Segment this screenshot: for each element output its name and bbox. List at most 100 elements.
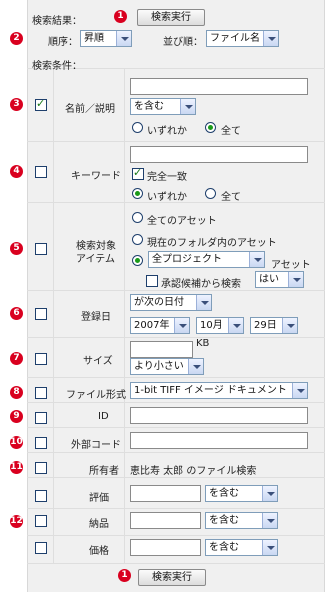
keyword-condition-checkbox[interactable] [35, 166, 47, 178]
price-input[interactable] [130, 539, 201, 556]
month-value: 10月 [200, 320, 223, 331]
marker-2: 2 [10, 32, 23, 45]
execute-search-button-top[interactable]: 検索実行 [137, 9, 205, 26]
row-divider [27, 377, 325, 378]
column-divider [124, 68, 125, 564]
external-code-input[interactable] [130, 432, 308, 449]
file-format-condition-checkbox[interactable] [35, 387, 47, 399]
id-input[interactable] [130, 407, 308, 424]
approval-label: 承認候補から検索 [161, 279, 241, 290]
row-divider [27, 477, 325, 478]
row-divider [27, 452, 325, 453]
delivery-label: 納品 [89, 519, 109, 530]
approval-select[interactable]: はい [255, 271, 304, 288]
size-compare-value: より小さい [134, 361, 184, 372]
file-format-value: 1-bit TIFF イメージ ドキュメント [134, 385, 287, 396]
row-divider [27, 290, 325, 291]
name-radio-all-label: 全て [221, 126, 241, 137]
keyword-input[interactable] [130, 146, 308, 163]
exact-match-label: 完全一致 [147, 172, 187, 183]
size-input[interactable] [130, 341, 193, 358]
marker-12: 12 [10, 515, 23, 528]
approval-select-value: はい [259, 274, 279, 285]
marker-8: 8 [10, 386, 23, 399]
file-format-label: ファイル形式 [66, 390, 126, 401]
size-condition-checkbox[interactable] [35, 353, 47, 365]
day-value: 29日 [254, 320, 277, 331]
keyword-radio-all[interactable] [205, 188, 216, 199]
execute-search-button-bottom[interactable]: 検索実行 [138, 569, 206, 586]
id-condition-checkbox[interactable] [35, 412, 47, 424]
owner-label: 所有者 [89, 466, 119, 477]
name-condition-checkbox[interactable] [35, 97, 47, 111]
project-select[interactable]: 全プロジェクト [148, 251, 265, 268]
price-match-select[interactable]: を含む [205, 539, 278, 556]
sort-select[interactable]: ファイル名 [206, 30, 279, 47]
size-unit-label: KB [196, 338, 210, 349]
marker-10: 10 [10, 436, 23, 449]
price-label: 価格 [89, 546, 109, 557]
month-select[interactable]: 10月 [196, 317, 244, 334]
target-label-line2: アイテム [76, 254, 115, 265]
id-label: ID [98, 411, 109, 422]
order-label: 順序： [48, 37, 78, 48]
evaluation-input[interactable] [130, 485, 201, 502]
marker-5: 5 [10, 242, 23, 255]
chevron-down-icon [262, 540, 277, 555]
delivery-match-select[interactable]: を含む [205, 512, 278, 529]
evaluation-condition-checkbox[interactable] [35, 490, 47, 502]
order-select[interactable]: 昇順 [80, 30, 132, 47]
name-radio-any[interactable] [132, 122, 143, 133]
delivery-condition-checkbox[interactable] [35, 515, 47, 527]
evaluation-match-select[interactable]: を含む [205, 485, 278, 502]
delivery-match-value: を含む [209, 515, 239, 526]
chevron-down-icon [180, 99, 195, 114]
row-divider [27, 337, 325, 338]
owner-condition-checkbox[interactable] [35, 462, 47, 474]
size-compare-select[interactable]: より小さい [130, 358, 204, 375]
row-divider [27, 402, 325, 403]
marker-3: 3 [10, 98, 23, 111]
chevron-down-icon [196, 295, 211, 310]
day-select[interactable]: 29日 [250, 317, 298, 334]
search-conditions-header: 検索条件： [32, 61, 82, 72]
name-label: 名前／説明 [65, 104, 115, 115]
date-mode-value: が次の日付 [134, 297, 184, 308]
marker-1-bottom: 1 [118, 569, 131, 582]
registered-condition-checkbox[interactable] [35, 308, 47, 320]
marker-1-top: 1 [114, 10, 127, 23]
external-code-condition-checkbox[interactable] [35, 437, 47, 449]
marker-11: 11 [10, 461, 23, 474]
name-radio-all[interactable] [205, 122, 216, 133]
target-radio-project[interactable] [132, 255, 143, 266]
sort-select-value: ファイル名 [210, 33, 260, 44]
row-divider [27, 141, 325, 142]
owner-value: 恵比寿 太郎 のファイル検索 [130, 466, 257, 477]
price-match-value: を含む [209, 542, 239, 553]
name-match-select[interactable]: を含む [130, 98, 196, 115]
chevron-down-icon [228, 318, 243, 333]
chevron-down-icon [288, 272, 303, 287]
column-divider [53, 68, 54, 564]
target-radio-all-assets[interactable] [132, 212, 143, 223]
target-condition-checkbox[interactable] [35, 243, 47, 255]
project-select-value: 全プロジェクト [152, 254, 222, 265]
external-code-label: 外部コード [71, 440, 121, 451]
approval-checkbox[interactable] [146, 275, 158, 287]
size-label: サイズ [83, 356, 113, 367]
name-input[interactable] [130, 78, 308, 95]
keyword-label: キーワード [71, 171, 121, 182]
chevron-down-icon [174, 318, 189, 333]
date-mode-select[interactable]: が次の日付 [130, 294, 212, 311]
price-condition-checkbox[interactable] [35, 542, 47, 554]
exact-match-checkbox[interactable] [132, 166, 144, 180]
year-select[interactable]: 2007年 [130, 317, 190, 334]
name-radio-any-label: いずれか [147, 126, 187, 137]
keyword-radio-any[interactable] [132, 188, 143, 199]
marker-4: 4 [10, 165, 23, 178]
registered-label: 登録日 [81, 312, 111, 323]
delivery-input[interactable] [130, 512, 201, 529]
file-format-select[interactable]: 1-bit TIFF イメージ ドキュメント [130, 382, 308, 399]
row-divider [27, 563, 325, 564]
target-radio-current-folder[interactable] [132, 234, 143, 245]
